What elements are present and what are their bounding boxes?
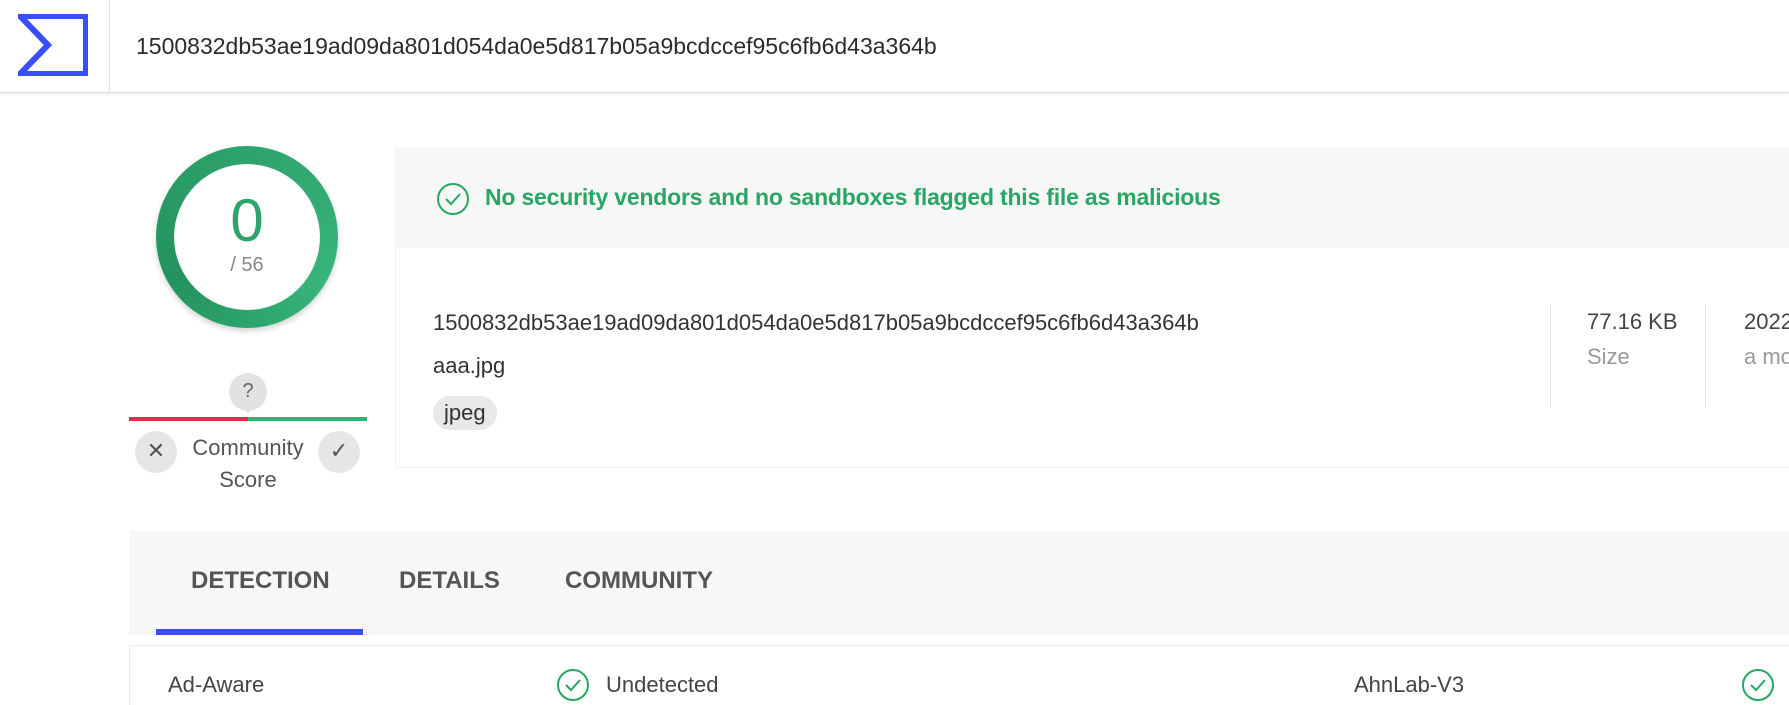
file-hash: 1500832db53ae19ad09da801d054da0e5d817b05… bbox=[433, 310, 1199, 335]
upvote-button[interactable]: ✓ bbox=[318, 431, 360, 473]
virustotal-logo-icon bbox=[18, 14, 88, 76]
analysis-date-label: a mo bbox=[1744, 344, 1789, 369]
divider bbox=[1705, 305, 1706, 407]
community-score-label-line2: Score bbox=[219, 467, 277, 492]
vendor-name: Ad-Aware bbox=[168, 672, 265, 697]
tab-detection[interactable]: DETECTION bbox=[191, 531, 330, 635]
file-name: aaa.jpg bbox=[433, 353, 506, 378]
file-size-label: Size bbox=[1587, 344, 1630, 369]
search-input[interactable] bbox=[136, 26, 1736, 66]
detection-result: Undetected bbox=[606, 672, 719, 697]
verdict-message: No security vendors and no sandboxes fla… bbox=[485, 184, 1221, 210]
check-icon: ✓ bbox=[329, 439, 349, 464]
verdict-banner: No security vendors and no sandboxes fla… bbox=[395, 147, 1789, 248]
detection-score: 0 / 56 bbox=[174, 164, 320, 310]
detection-count: 0 bbox=[230, 187, 264, 254]
tab-details[interactable]: DETAILS bbox=[399, 531, 500, 635]
detection-total: / 56 bbox=[230, 254, 264, 276]
table-row: Ad-Aware Undetected AhnLab-V3 bbox=[129, 645, 1789, 705]
community-score-marker: ? bbox=[229, 373, 267, 414]
logo-link[interactable] bbox=[0, 0, 110, 92]
downvote-button[interactable]: ✕ bbox=[135, 431, 177, 473]
divider bbox=[1550, 305, 1551, 407]
tab-community[interactable]: COMMUNITY bbox=[565, 531, 713, 635]
file-info-card: 1500832db53ae19ad09da801d054da0e5d817b05… bbox=[395, 248, 1789, 468]
vendor-name: AhnLab-V3 bbox=[1354, 672, 1465, 697]
check-circle-icon bbox=[557, 669, 589, 701]
top-bar bbox=[0, 0, 1789, 93]
detection-score-ring: 0 / 56 bbox=[156, 146, 338, 328]
tab-bar: DETECTION DETAILS COMMUNITY bbox=[129, 531, 1789, 635]
analysis-date-value: 2022 bbox=[1744, 309, 1789, 334]
file-type-tag[interactable]: jpeg bbox=[433, 396, 497, 430]
check-circle-icon bbox=[1742, 669, 1774, 701]
file-size-value: 77.16 KB bbox=[1587, 309, 1678, 334]
community-score-label-line1: Community bbox=[192, 435, 304, 460]
close-icon: ✕ bbox=[146, 439, 166, 464]
community-score-negative-bar bbox=[129, 417, 248, 421]
community-score-label: Community Score bbox=[176, 432, 320, 496]
check-circle-icon bbox=[437, 183, 469, 215]
community-score-positive-bar bbox=[248, 417, 367, 421]
active-tab-indicator bbox=[156, 629, 363, 635]
